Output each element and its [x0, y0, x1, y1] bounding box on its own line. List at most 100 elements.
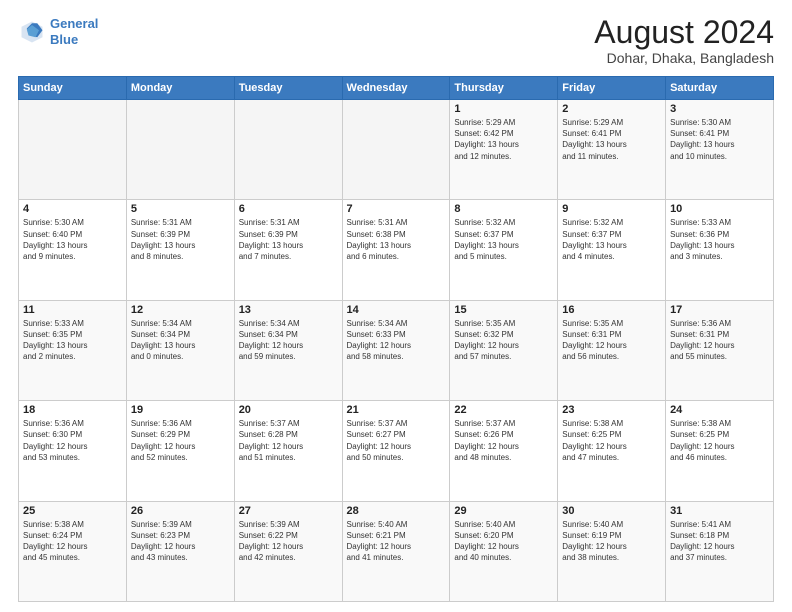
calendar-cell: 9 Sunrise: 5:32 AM Sunset: 6:37 PM Daylig…: [558, 200, 666, 300]
calendar-cell: 25Sunrise: 5:38 AM Sunset: 6:24 PM Dayli…: [19, 501, 127, 601]
calendar-cell: 16Sunrise: 5:35 AM Sunset: 6:31 PM Dayli…: [558, 300, 666, 400]
day-number: 28: [347, 505, 446, 517]
day-number: 22: [454, 404, 553, 416]
calendar-cell: 11 Sunrise: 5:33 AM Sunset: 6:35 PM Dayli…: [19, 300, 127, 400]
day-number: 23: [562, 404, 661, 416]
day-number: 30: [562, 505, 661, 517]
main-title: August 2024: [594, 16, 774, 48]
calendar-day-header: Wednesday: [342, 77, 450, 100]
page: General Blue August 2024 Dohar, Dhaka, B…: [0, 0, 792, 612]
calendar-cell: 29 Sunrise: 5:40 AM Sunset: 6:20 PM Dayli…: [450, 501, 558, 601]
day-info: Sunrise: 5:38 AM Sunset: 6:25 PM Dayligh…: [562, 418, 661, 463]
day-number: 20: [239, 404, 338, 416]
day-info: Sunrise: 5:32 AM Sunset: 6:37 PM Dayligh…: [454, 217, 553, 262]
day-info: Sunrise: 5:34 AM Sunset: 6:33 PM Dayligh…: [347, 318, 446, 363]
day-info: Sunrise: 5:38 AM Sunset: 6:24 PM Dayligh…: [23, 519, 122, 564]
calendar-cell: 4 Sunrise: 5:30 AM Sunset: 6:40 PM Daylig…: [19, 200, 127, 300]
day-info: Sunrise: 5:29 AM Sunset: 6:41 PM Dayligh…: [562, 117, 661, 162]
day-info: Sunrise: 5:40 AM Sunset: 6:19 PM Dayligh…: [562, 519, 661, 564]
day-number: 12: [131, 304, 230, 316]
calendar-cell: 18 Sunrise: 5:36 AM Sunset: 6:30 PM Dayli…: [19, 401, 127, 501]
day-info: Sunrise: 5:33 AM Sunset: 6:36 PM Dayligh…: [670, 217, 769, 262]
calendar-cell: 14 Sunrise: 5:34 AM Sunset: 6:33 PM Dayli…: [342, 300, 450, 400]
calendar-cell: 1 Sunrise: 5:29 AM Sunset: 6:42 PM Daylig…: [450, 100, 558, 200]
calendar-cell: 20 Sunrise: 5:37 AM Sunset: 6:28 PM Dayli…: [234, 401, 342, 501]
day-number: 13: [239, 304, 338, 316]
day-info: Sunrise: 5:32 AM Sunset: 6:37 PM Dayligh…: [562, 217, 661, 262]
calendar-cell: 27 Sunrise: 5:39 AM Sunset: 6:22 PM Dayli…: [234, 501, 342, 601]
day-info: Sunrise: 5:39 AM Sunset: 6:22 PM Dayligh…: [239, 519, 338, 564]
day-number: 16: [562, 304, 661, 316]
day-info: Sunrise: 5:35 AM Sunset: 6:32 PM Dayligh…: [454, 318, 553, 363]
day-info: Sunrise: 5:34 AM Sunset: 6:34 PM Dayligh…: [131, 318, 230, 363]
day-number: 4: [23, 203, 122, 215]
day-info: Sunrise: 5:36 AM Sunset: 6:31 PM Dayligh…: [670, 318, 769, 363]
calendar-cell: [234, 100, 342, 200]
day-number: 8: [454, 203, 553, 215]
day-number: 3: [670, 103, 769, 115]
calendar-cell: 23 Sunrise: 5:38 AM Sunset: 6:25 PM Dayli…: [558, 401, 666, 501]
day-info: Sunrise: 5:33 AM Sunset: 6:35 PM Dayligh…: [23, 318, 122, 363]
calendar-week-row: 18 Sunrise: 5:36 AM Sunset: 6:30 PM Dayli…: [19, 401, 774, 501]
day-info: Sunrise: 5:37 AM Sunset: 6:26 PM Dayligh…: [454, 418, 553, 463]
day-info: Sunrise: 5:30 AM Sunset: 6:40 PM Dayligh…: [23, 217, 122, 262]
calendar-cell: 21 Sunrise: 5:37 AM Sunset: 6:27 PM Dayli…: [342, 401, 450, 501]
logo: General Blue: [18, 16, 98, 47]
day-info: Sunrise: 5:38 AM Sunset: 6:25 PM Dayligh…: [670, 418, 769, 463]
day-number: 11: [23, 304, 122, 316]
day-info: Sunrise: 5:40 AM Sunset: 6:21 PM Dayligh…: [347, 519, 446, 564]
day-number: 29: [454, 505, 553, 517]
calendar-header-row: SundayMondayTuesdayWednesdayThursdayFrid…: [19, 77, 774, 100]
day-number: 6: [239, 203, 338, 215]
calendar-cell: 26Sunrise: 5:39 AM Sunset: 6:23 PM Dayli…: [126, 501, 234, 601]
calendar-cell: 10 Sunrise: 5:33 AM Sunset: 6:36 PM Dayli…: [666, 200, 774, 300]
day-number: 9: [562, 203, 661, 215]
calendar-week-row: 11 Sunrise: 5:33 AM Sunset: 6:35 PM Dayli…: [19, 300, 774, 400]
subtitle: Dohar, Dhaka, Bangladesh: [594, 50, 774, 66]
day-info: Sunrise: 5:30 AM Sunset: 6:41 PM Dayligh…: [670, 117, 769, 162]
calendar-cell: 7Sunrise: 5:31 AM Sunset: 6:38 PM Daylig…: [342, 200, 450, 300]
calendar-cell: 13 Sunrise: 5:34 AM Sunset: 6:34 PM Dayli…: [234, 300, 342, 400]
day-info: Sunrise: 5:40 AM Sunset: 6:20 PM Dayligh…: [454, 519, 553, 564]
calendar-week-row: 1 Sunrise: 5:29 AM Sunset: 6:42 PM Daylig…: [19, 100, 774, 200]
day-number: 15: [454, 304, 553, 316]
day-info: Sunrise: 5:36 AM Sunset: 6:29 PM Dayligh…: [131, 418, 230, 463]
logo-icon: [18, 18, 46, 46]
day-info: Sunrise: 5:37 AM Sunset: 6:27 PM Dayligh…: [347, 418, 446, 463]
calendar-cell: 17 Sunrise: 5:36 AM Sunset: 6:31 PM Dayli…: [666, 300, 774, 400]
day-number: 31: [670, 505, 769, 517]
day-number: 27: [239, 505, 338, 517]
day-info: Sunrise: 5:39 AM Sunset: 6:23 PM Dayligh…: [131, 519, 230, 564]
day-number: 5: [131, 203, 230, 215]
title-block: August 2024 Dohar, Dhaka, Bangladesh: [594, 16, 774, 66]
day-info: Sunrise: 5:37 AM Sunset: 6:28 PM Dayligh…: [239, 418, 338, 463]
day-number: 17: [670, 304, 769, 316]
header: General Blue August 2024 Dohar, Dhaka, B…: [18, 16, 774, 66]
calendar-cell: 31 Sunrise: 5:41 AM Sunset: 6:18 PM Dayli…: [666, 501, 774, 601]
calendar-cell: 5 Sunrise: 5:31 AM Sunset: 6:39 PM Daylig…: [126, 200, 234, 300]
logo-text: General Blue: [50, 16, 98, 47]
day-info: Sunrise: 5:36 AM Sunset: 6:30 PM Dayligh…: [23, 418, 122, 463]
calendar-cell: 28 Sunrise: 5:40 AM Sunset: 6:21 PM Dayli…: [342, 501, 450, 601]
day-number: 2: [562, 103, 661, 115]
calendar-cell: [19, 100, 127, 200]
day-info: Sunrise: 5:31 AM Sunset: 6:39 PM Dayligh…: [239, 217, 338, 262]
calendar-cell: 19Sunrise: 5:36 AM Sunset: 6:29 PM Dayli…: [126, 401, 234, 501]
day-info: Sunrise: 5:31 AM Sunset: 6:39 PM Dayligh…: [131, 217, 230, 262]
day-info: Sunrise: 5:41 AM Sunset: 6:18 PM Dayligh…: [670, 519, 769, 564]
day-number: 1: [454, 103, 553, 115]
calendar-cell: [342, 100, 450, 200]
calendar-week-row: 4 Sunrise: 5:30 AM Sunset: 6:40 PM Daylig…: [19, 200, 774, 300]
day-number: 18: [23, 404, 122, 416]
day-number: 10: [670, 203, 769, 215]
calendar-cell: 3 Sunrise: 5:30 AM Sunset: 6:41 PM Daylig…: [666, 100, 774, 200]
day-info: Sunrise: 5:34 AM Sunset: 6:34 PM Dayligh…: [239, 318, 338, 363]
day-info: Sunrise: 5:31 AM Sunset: 6:38 PM Dayligh…: [347, 217, 446, 262]
calendar-cell: 24Sunrise: 5:38 AM Sunset: 6:25 PM Dayli…: [666, 401, 774, 501]
calendar-cell: 22 Sunrise: 5:37 AM Sunset: 6:26 PM Dayli…: [450, 401, 558, 501]
day-number: 21: [347, 404, 446, 416]
calendar-cell: [126, 100, 234, 200]
day-number: 14: [347, 304, 446, 316]
day-info: Sunrise: 5:29 AM Sunset: 6:42 PM Dayligh…: [454, 117, 553, 162]
calendar-day-header: Friday: [558, 77, 666, 100]
